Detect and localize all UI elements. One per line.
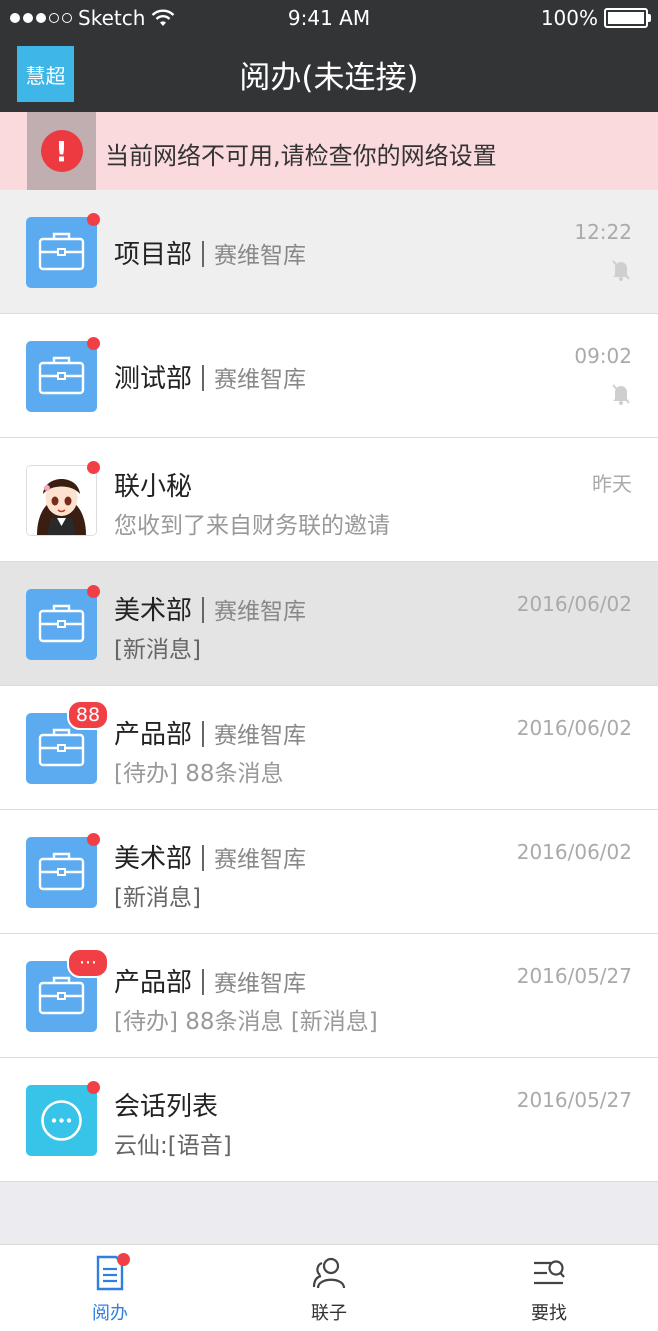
conversation-name: 联小秘	[114, 472, 193, 502]
title-divider	[202, 845, 205, 871]
conversation-preview: [新消息]	[114, 885, 201, 911]
tab-label: 联子	[311, 1303, 347, 1324]
tab-search-list[interactable]: 要找	[479, 1253, 619, 1325]
briefcase-icon	[26, 589, 97, 660]
conversation-row[interactable]: 88 产品部 赛维智库 [待办] 88条消息 2016/06/02	[0, 686, 658, 810]
conversation-time: 09:02	[574, 344, 632, 368]
battery-icon	[604, 8, 651, 28]
conversation-org: 赛维智库	[214, 971, 307, 997]
tab-document[interactable]: 阅办	[40, 1253, 180, 1325]
unread-badge: ···	[67, 948, 109, 978]
unread-dot	[87, 461, 100, 474]
assistant-avatar	[26, 465, 97, 536]
conversation-row[interactable]: 美术部 赛维智库 [新消息] 2016/06/02	[0, 562, 658, 686]
conversation-row[interactable]: 测试部 赛维智库 09:02	[0, 314, 658, 438]
conversation-time: 2016/05/27	[516, 1088, 632, 1112]
conversation-title: 会话列表	[114, 1086, 218, 1123]
briefcase-icon	[26, 837, 97, 908]
contacts-icon	[259, 1253, 399, 1295]
tab-label: 要找	[531, 1303, 567, 1324]
conversation-name: 产品部	[114, 968, 193, 998]
conversation-name: 项目部	[114, 240, 193, 270]
conversation-title: 产品部 赛维智库	[114, 714, 306, 751]
conversation-title: 联小秘	[114, 466, 192, 503]
conversation-title: 美术部 赛维智库	[114, 838, 306, 875]
conversation-time: 2016/06/02	[516, 592, 632, 616]
conversation-name: 会话列表	[114, 1092, 219, 1122]
mute-indicator	[610, 382, 632, 410]
conversation-title: 项目部 赛维智库	[114, 234, 306, 271]
search-list-icon	[479, 1253, 619, 1295]
conversation-row[interactable]: 联小秘您收到了来自财务联的邀请 昨天	[0, 438, 658, 562]
conversation-preview: 您收到了来自财务联的邀请	[114, 513, 390, 539]
unread-dot	[87, 585, 100, 598]
unread-dot	[87, 213, 100, 226]
title-divider	[202, 365, 205, 391]
conversation-row[interactable]: 项目部 赛维智库 12:22	[0, 190, 658, 314]
status-bar: Sketch 9:41 AM 100%	[0, 0, 658, 36]
tab-contacts[interactable]: 联子	[259, 1253, 399, 1325]
mute-icon	[612, 384, 630, 405]
conversation-preview: [待办] 88条消息	[114, 761, 284, 787]
conversation-title: 产品部 赛维智库	[114, 962, 306, 999]
conversation-org: 赛维智库	[214, 599, 307, 625]
briefcase-icon	[26, 341, 97, 412]
conversation-time: 2016/06/02	[516, 716, 632, 740]
nav-bar: 慧超 阅办(未连接)	[0, 36, 658, 112]
unread-dot	[87, 833, 100, 846]
error-icon-box: !	[27, 112, 96, 190]
conversation-list: 项目部 赛维智库 12:22 测试部 赛维智库 09:02 联小秘 您收到了来自财务联的邀请昨…	[0, 190, 658, 1182]
conversation-time: 12:22	[574, 220, 632, 244]
conversation-time: 2016/06/02	[516, 840, 632, 864]
title-divider	[202, 241, 205, 267]
title-divider	[202, 969, 205, 995]
mute-indicator	[610, 258, 632, 286]
conversation-name: 测试部	[114, 364, 193, 394]
tab-label: 阅办	[92, 1303, 128, 1324]
unread-dot	[87, 1081, 100, 1094]
tab-bar: 阅办 联子 要找	[0, 1244, 658, 1331]
document-icon	[40, 1253, 180, 1295]
conversation-row[interactable]: 美术部 赛维智库 [新消息] 2016/06/02	[0, 810, 658, 934]
unread-badge: 88	[67, 700, 109, 730]
conversation-name: 产品部	[114, 720, 193, 750]
conversation-preview: [待办] 88条消息 [新消息]	[114, 1009, 378, 1035]
conversation-row[interactable]: 会话列表云仙:[语音] 2016/05/27	[0, 1058, 658, 1182]
conversation-preview: 云仙:[语音]	[114, 1133, 232, 1159]
conversation-title: 测试部 赛维智库	[114, 358, 306, 395]
error-icon: !	[40, 130, 83, 172]
conversation-org: 赛维智库	[214, 847, 307, 873]
conversation-preview: [新消息]	[114, 637, 201, 663]
page-title: 阅办(未连接)	[239, 60, 419, 96]
battery-percent: 100%	[540, 6, 598, 30]
banner-message: 当前网络不可用,请检查你的网络设置	[105, 142, 497, 170]
conversation-org: 赛维智库	[214, 243, 307, 269]
conversation-name: 美术部	[114, 844, 193, 874]
conversation-row[interactable]: ··· 产品部 赛维智库 [待办] 88条消息 [新消息] 2016/05/27	[0, 934, 658, 1058]
briefcase-icon	[26, 217, 97, 288]
conversation-time: 昨天	[592, 472, 632, 496]
mute-icon	[612, 260, 630, 281]
conversation-time: 2016/05/27	[516, 964, 632, 988]
conversation-title: 美术部 赛维智库	[114, 590, 306, 627]
conversation-name: 美术部	[114, 596, 193, 626]
conversation-org: 赛维智库	[214, 723, 307, 749]
battery-area: 100%	[540, 6, 651, 30]
chat-bubble-icon	[26, 1085, 97, 1156]
conversation-org: 赛维智库	[214, 367, 307, 393]
unread-dot	[87, 337, 100, 350]
title-divider	[202, 721, 205, 747]
title-divider	[202, 597, 205, 623]
unread-dot	[117, 1253, 130, 1266]
network-error-banner[interactable]: ! 当前网络不可用,请检查你的网络设置	[0, 112, 658, 190]
